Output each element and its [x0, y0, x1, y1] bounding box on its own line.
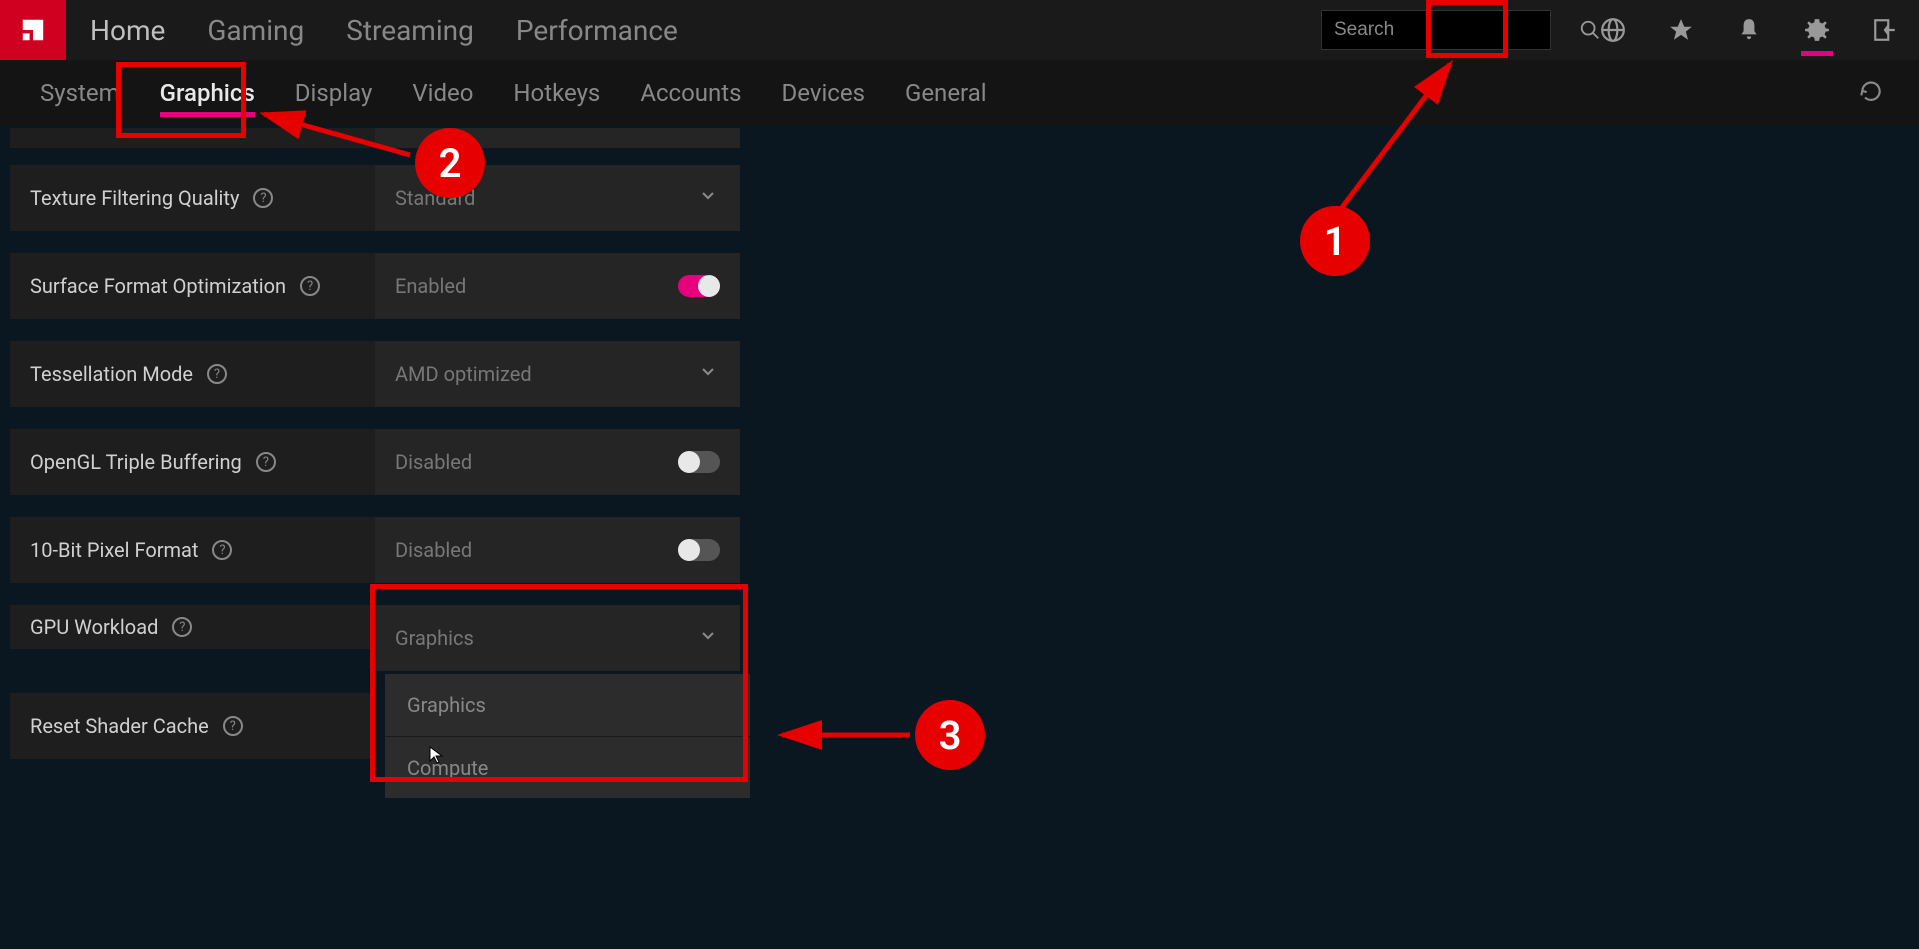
subtabs: System Graphics Display Video Hotkeys Ac… — [0, 60, 1919, 125]
setting-label-text: OpenGL Triple Buffering — [30, 450, 242, 474]
topnav-gaming[interactable]: Gaming — [207, 14, 304, 47]
setting-row-texture-filtering: Texture Filtering Quality ? Standard — [10, 165, 740, 231]
info-icon[interactable]: ? — [256, 452, 276, 472]
info-icon[interactable]: ? — [300, 276, 320, 296]
setting-label: Surface Format Optimization ? — [10, 253, 375, 319]
setting-value-select[interactable]: Graphics — [375, 605, 740, 671]
subtab-system[interactable]: System — [20, 60, 140, 125]
subtab-devices[interactable]: Devices — [762, 60, 885, 125]
topnav-performance[interactable]: Performance — [516, 14, 678, 47]
setting-value-toggle-row: Disabled — [375, 429, 740, 495]
topnav-home[interactable]: Home — [90, 14, 165, 47]
setting-row-opengl: OpenGL Triple Buffering ? Disabled — [10, 429, 740, 495]
subtab-graphics[interactable]: Graphics — [140, 60, 275, 125]
select-value: Graphics — [395, 626, 474, 650]
setting-label: Texture Filtering Quality ? — [10, 165, 375, 231]
topnav-streaming[interactable]: Streaming — [346, 14, 474, 47]
setting-label: Reset Shader Cache ? — [10, 693, 375, 759]
dropdown-option-compute[interactable]: Compute — [385, 736, 750, 798]
annotation-arrow-3 — [770, 720, 920, 750]
setting-row-gpu-workload: GPU Workload ? Graphics — [10, 605, 740, 671]
setting-label-text: Reset Shader Cache — [30, 714, 209, 738]
topnav: Home Gaming Streaming Performance — [90, 0, 678, 60]
setting-label-clipped — [10, 128, 375, 148]
setting-value-toggle-row: Enabled — [375, 253, 740, 319]
setting-label-text: Texture Filtering Quality — [30, 186, 239, 210]
setting-label-text: Surface Format Optimization — [30, 274, 286, 298]
topbar: Home Gaming Streaming Performance — [0, 0, 1919, 60]
toggle-switch[interactable] — [678, 275, 720, 297]
info-icon[interactable]: ? — [207, 364, 227, 384]
subtab-hotkeys[interactable]: Hotkeys — [493, 60, 620, 125]
topbar-right — [1321, 0, 1919, 60]
info-icon[interactable]: ? — [212, 540, 232, 560]
amd-logo-icon — [16, 13, 50, 47]
select-value: Standard — [395, 186, 475, 210]
gear-icon[interactable] — [1783, 0, 1851, 60]
info-icon[interactable]: ? — [172, 617, 192, 637]
star-icon[interactable] — [1647, 0, 1715, 60]
toggle-state-text: Disabled — [395, 450, 472, 474]
subtab-accounts[interactable]: Accounts — [620, 60, 761, 125]
setting-value-toggle-row: Disabled — [375, 517, 740, 583]
dropdown-option-graphics[interactable]: Graphics — [385, 674, 750, 736]
setting-label-text: Tessellation Mode — [30, 362, 193, 386]
toggle-state-text: Enabled — [395, 274, 466, 298]
search-input[interactable] — [1322, 19, 1579, 41]
setting-value-select[interactable]: AMD optimized — [375, 341, 740, 407]
setting-row-surface-format: Surface Format Optimization ? Enabled — [10, 253, 740, 319]
info-icon[interactable]: ? — [253, 188, 273, 208]
setting-label: Tessellation Mode ? — [10, 341, 375, 407]
setting-label-text: 10-Bit Pixel Format — [30, 538, 198, 562]
setting-label: OpenGL Triple Buffering ? — [10, 429, 375, 495]
setting-value-select[interactable]: Standard — [375, 165, 740, 231]
chevron-down-icon — [698, 626, 718, 651]
chevron-down-icon — [698, 186, 718, 211]
setting-row-10bit: 10-Bit Pixel Format ? Disabled — [10, 517, 740, 583]
bell-icon[interactable] — [1715, 0, 1783, 60]
info-icon[interactable]: ? — [223, 716, 243, 736]
subtab-general[interactable]: General — [885, 60, 1007, 125]
setting-label-text: GPU Workload — [30, 615, 158, 639]
setting-row-tessellation: Tessellation Mode ? AMD optimized — [10, 341, 740, 407]
gpu-workload-dropdown: Graphics Compute — [385, 674, 750, 798]
reset-icon[interactable] — [1858, 78, 1884, 108]
settings-row-clipped — [10, 128, 740, 148]
globe-icon[interactable] — [1579, 0, 1647, 60]
toggle-switch[interactable] — [678, 451, 720, 473]
exit-icon[interactable] — [1851, 0, 1919, 60]
amd-logo[interactable] — [0, 0, 66, 60]
subtab-display[interactable]: Display — [275, 60, 393, 125]
chevron-down-icon — [698, 362, 718, 387]
toggle-state-text: Disabled — [395, 538, 472, 562]
annotation-number-3: 3 — [915, 700, 985, 770]
annotation-number-1: 1 — [1300, 206, 1370, 276]
setting-value-clipped — [375, 128, 740, 148]
toggle-switch[interactable] — [678, 539, 720, 561]
setting-label: 10-Bit Pixel Format ? — [10, 517, 375, 583]
search-box[interactable] — [1321, 10, 1551, 50]
select-value: AMD optimized — [395, 362, 532, 386]
subtab-video[interactable]: Video — [392, 60, 493, 125]
setting-label: GPU Workload ? — [10, 605, 375, 649]
